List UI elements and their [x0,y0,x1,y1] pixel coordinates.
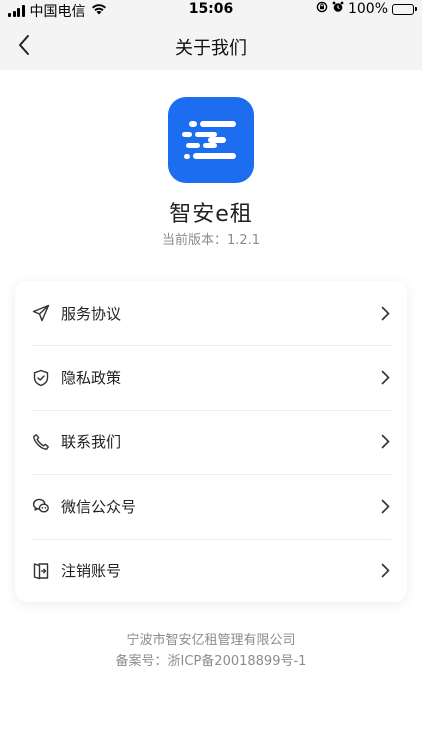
menu-card: 服务协议 隐私政策 联系我们 微信公众号 注销账号 [15,281,407,602]
icp-record: 备案号：浙ICP备20018899号-1 [115,654,307,669]
menu-item-label: 隐私政策 [61,369,122,388]
menu-item-service-agreement[interactable]: 服务协议 [15,281,407,345]
logout-icon [31,561,51,581]
chevron-right-icon [379,305,391,321]
chevron-right-icon [379,563,391,579]
wechat-icon [31,496,51,516]
paper-plane-icon [31,303,51,323]
shield-check-icon [31,368,51,388]
footer: 宁波市智安亿租管理有限公司 备案号：浙ICP备20018899号-1 [0,630,422,672]
nav-bar: 关于我们 [0,22,422,68]
status-bar: 中国电信 15:06 100% [0,0,422,20]
app-name: 智安e租 [169,202,253,227]
menu-item-label: 联系我们 [61,433,122,452]
menu-item-label: 微信公众号 [61,497,137,516]
menu-item-delete-account[interactable]: 注销账号 [15,538,407,603]
phone-icon [31,432,51,452]
menu-item-wechat-official[interactable]: 微信公众号 [15,474,407,538]
status-right: 100% [316,1,417,17]
battery-percent: 100% [347,1,388,17]
menu-item-contact-us[interactable]: 联系我们 [15,409,407,474]
alarm-icon [332,1,344,17]
app-logo-icon [168,97,254,183]
rotation-lock-icon [316,1,328,17]
page-title: 关于我们 [175,38,247,59]
chevron-right-icon [379,498,391,514]
chevron-right-icon [379,370,391,386]
chevron-right-icon [379,434,391,450]
menu-item-privacy-policy[interactable]: 隐私政策 [15,345,407,409]
company-name: 宁波市智安亿租管理有限公司 [126,633,296,648]
menu-item-label: 注销账号 [61,562,122,581]
menu-item-label: 服务协议 [61,304,122,323]
app-version: 当前版本：1.2.1 [161,233,261,248]
battery-icon [392,3,417,15]
